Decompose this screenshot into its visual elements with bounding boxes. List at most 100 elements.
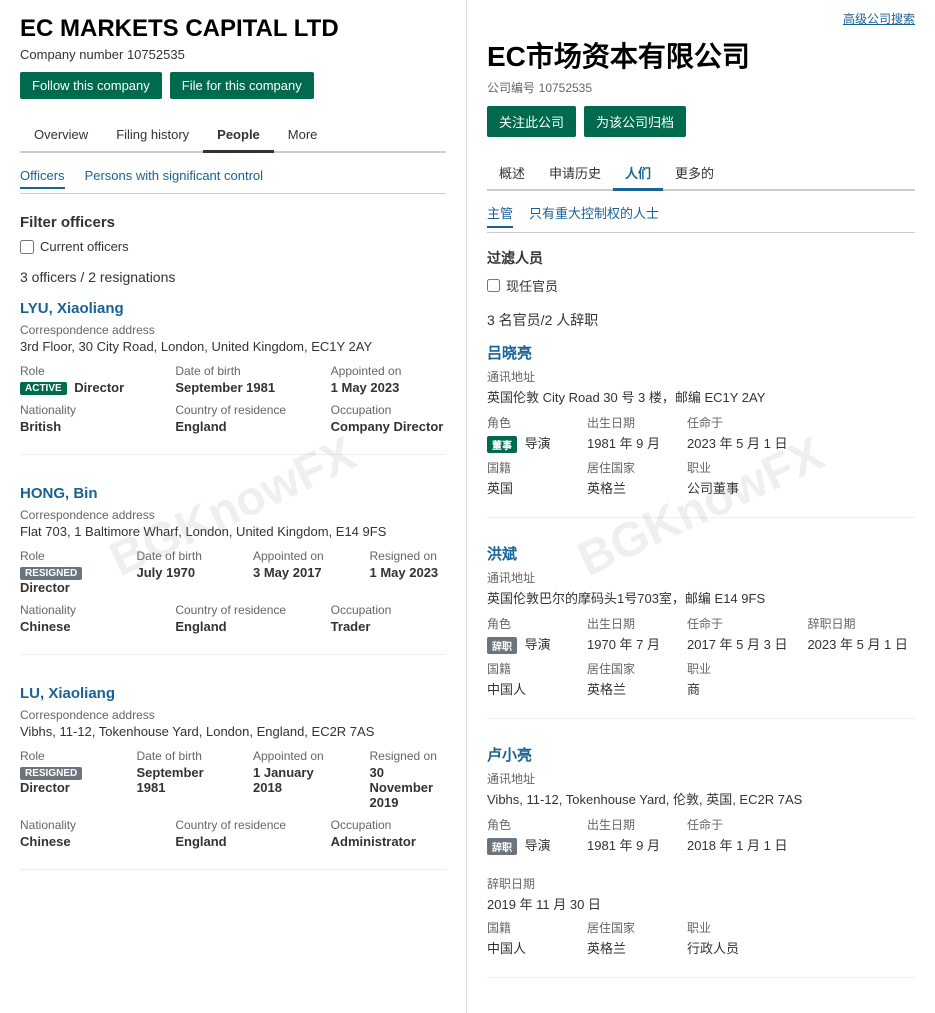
zh-tab-overview[interactable]: 概述 [487, 157, 537, 191]
tab-filing-history[interactable]: Filing history [102, 119, 203, 153]
role-col-lu: Role RESIGNED Director [20, 749, 97, 810]
zh-subtab-psc[interactable]: 只有重大控制权的人士 [529, 203, 659, 228]
dob-value-hong: July 1970 [137, 565, 214, 580]
dob-value-lyu: September 1981 [175, 380, 290, 395]
role-text-lu: Director [20, 780, 70, 795]
zh-tab-people[interactable]: 人们 [613, 157, 663, 191]
res-col-lyu: Country of residence England [175, 403, 290, 434]
role-row-hong: Role RESIGNED Director Date of birth Jul… [20, 549, 446, 595]
role-col-lyu: Role ACTIVE Director [20, 364, 135, 395]
zh-company-number: 公司编号 10752535 [487, 79, 915, 96]
officers-count: 3 officers / 2 resignations [20, 269, 446, 285]
role-col-hong: Role RESIGNED Director [20, 549, 97, 595]
zh-tab-more[interactable]: 更多的 [663, 157, 726, 191]
follow-button[interactable]: Follow this company [20, 72, 162, 99]
action-buttons: Follow this company File for this compan… [20, 72, 446, 99]
zh-officer-name-hong[interactable]: 洪斌 [487, 543, 915, 564]
role-row-lyu: Role ACTIVE Director Date of birth Septe… [20, 364, 446, 395]
zh-follow-button[interactable]: 关注此公司 [487, 106, 576, 137]
address-label-hong: Correspondence address [20, 508, 446, 522]
zh-role-row-lu: 角色 辞职 导演 出生日期 1981 年 9 月 任命于 2018 年 1 月 … [487, 816, 915, 913]
appointed-col-lu: Appointed on 1 January 2018 [253, 749, 330, 810]
right-panel: BGKnowFX 高级公司搜索 EC市场资本有限公司 公司编号 10752535… [467, 0, 935, 1013]
zh-action-buttons: 关注此公司 为该公司归档 [487, 106, 915, 137]
role-value-lu: RESIGNED Director [20, 765, 97, 795]
zh-nat-row-lyu: 国籍 英国 居住国家 英格兰 职业 公司董事 [487, 459, 915, 497]
zh-filter-section: 过滤人员 现任官员 [487, 248, 915, 295]
role-value-hong: RESIGNED Director [20, 565, 97, 595]
company-number-label: Company number [20, 47, 123, 62]
occ-col-hong: Occupation Trader [331, 603, 446, 634]
role-text-hong: Director [20, 580, 70, 595]
zh-badge-resigned-lu: 辞职 [487, 838, 517, 855]
address-value-hong: Flat 703, 1 Baltimore Wharf, London, Uni… [20, 524, 446, 539]
nat-col-hong: Nationality Chinese [20, 603, 135, 634]
company-number: Company number 10752535 [20, 47, 446, 62]
role-row-lu: Role RESIGNED Director Date of birth Sep… [20, 749, 446, 810]
advanced-search-link[interactable]: 高级公司搜索 [487, 10, 915, 27]
badge-active-lyu: ACTIVE [20, 382, 67, 395]
res-value-lyu: England [175, 419, 290, 434]
zh-number-prefix: 公司编号 [487, 81, 535, 95]
role-label-hong: Role [20, 549, 97, 563]
sub-tabs: Officers Persons with significant contro… [20, 168, 446, 194]
occ-value-lyu: Company Director [331, 419, 446, 434]
resigned-col-hong: Resigned on 1 May 2023 [370, 549, 447, 595]
company-number-value: 10752535 [127, 47, 185, 62]
subtab-officers[interactable]: Officers [20, 168, 65, 189]
dob-col-lyu: Date of birth September 1981 [175, 364, 290, 395]
nat-row-lu: Nationality Chinese Country of residence… [20, 818, 446, 849]
subtab-psc[interactable]: Persons with significant control [85, 168, 263, 189]
officer-card-hong: HONG, Bin Correspondence address Flat 70… [20, 485, 446, 655]
officer-name-hong[interactable]: HONG, Bin [20, 485, 98, 502]
dob-label-lyu: Date of birth [175, 364, 290, 378]
appointed-col-hong: Appointed on 3 May 2017 [253, 549, 330, 595]
current-officers-checkbox[interactable] [20, 240, 34, 254]
appointed-col-lyu: Appointed on 1 May 2023 [331, 364, 446, 395]
zh-current-officers-filter[interactable]: 现任官员 [487, 276, 915, 295]
current-officers-label: Current officers [40, 239, 129, 254]
role-label-lyu: Role [20, 364, 135, 378]
role-value-lyu: ACTIVE Director [20, 380, 135, 395]
officer-card-lyu: LYU, Xiaoliang Correspondence address 3r… [20, 300, 446, 455]
tab-more[interactable]: More [274, 119, 332, 153]
nat-col-lu: Nationality Chinese [20, 818, 135, 849]
tab-overview[interactable]: Overview [20, 119, 102, 153]
res-label-lyu: Country of residence [175, 403, 290, 417]
res-col-lu: Country of residence England [175, 818, 290, 849]
officer-name-lyu[interactable]: LYU, Xiaoliang [20, 300, 124, 317]
officer-card-lu: LU, Xiaoliang Correspondence address Vib… [20, 685, 446, 870]
officer-name-lu[interactable]: LU, Xiaoliang [20, 685, 115, 702]
zh-filter-title: 过滤人员 [487, 248, 915, 268]
zh-officers-count: 3 名官员/2 人辞职 [487, 310, 915, 330]
zh-officer-name-lyu[interactable]: 吕晓亮 [487, 342, 915, 363]
zh-file-button[interactable]: 为该公司归档 [584, 106, 686, 137]
address-value-lu: Vibhs, 11-12, Tokenhouse Yard, London, E… [20, 724, 446, 739]
tab-people[interactable]: People [203, 119, 274, 153]
badge-resigned-lu: RESIGNED [20, 767, 82, 780]
resigned-value-hong: 1 May 2023 [370, 565, 447, 580]
resigned-label-hong: Resigned on [370, 549, 447, 563]
zh-nat-row-lu: 国籍 中国人 居住国家 英格兰 职业 行政人员 [487, 919, 915, 957]
current-officers-filter[interactable]: Current officers [20, 239, 446, 254]
dob-label-hong: Date of birth [137, 549, 214, 563]
zh-current-officers-checkbox[interactable] [487, 279, 500, 292]
nat-label-lyu: Nationality [20, 403, 135, 417]
nat-row-hong: Nationality Chinese Country of residence… [20, 603, 446, 634]
zh-subtab-officers[interactable]: 主管 [487, 203, 513, 228]
filter-title: Filter officers [20, 214, 446, 231]
zh-officer-card-lyu: 吕晓亮 通讯地址 英国伦敦 City Road 30 号 3 楼，邮编 EC1Y… [487, 342, 915, 518]
zh-tab-filing[interactable]: 申请历史 [537, 157, 613, 191]
zh-officer-card-lu: 卢小亮 通讯地址 Vibhs, 11-12, Tokenhouse Yard, … [487, 744, 915, 978]
file-button[interactable]: File for this company [170, 72, 314, 99]
company-title: EC MARKETS CAPITAL LTD [20, 15, 446, 43]
main-tabs: Overview Filing history People More [20, 119, 446, 153]
zh-current-officers-label: 现任官员 [506, 276, 558, 295]
nat-col-lyu: Nationality British [20, 403, 135, 434]
zh-sub-tabs: 主管 只有重大控制权的人士 [487, 203, 915, 233]
zh-role-row-lyu: 角色 董事 导演 出生日期 1981 年 9 月 任命于 2023 年 5 月 … [487, 414, 915, 453]
filter-section: Filter officers Current officers [20, 214, 446, 254]
zh-nat-row-hong: 国籍 中国人 居住国家 英格兰 职业 商 [487, 660, 915, 698]
zh-officer-name-lu[interactable]: 卢小亮 [487, 744, 915, 765]
address-label-lu: Correspondence address [20, 708, 446, 722]
